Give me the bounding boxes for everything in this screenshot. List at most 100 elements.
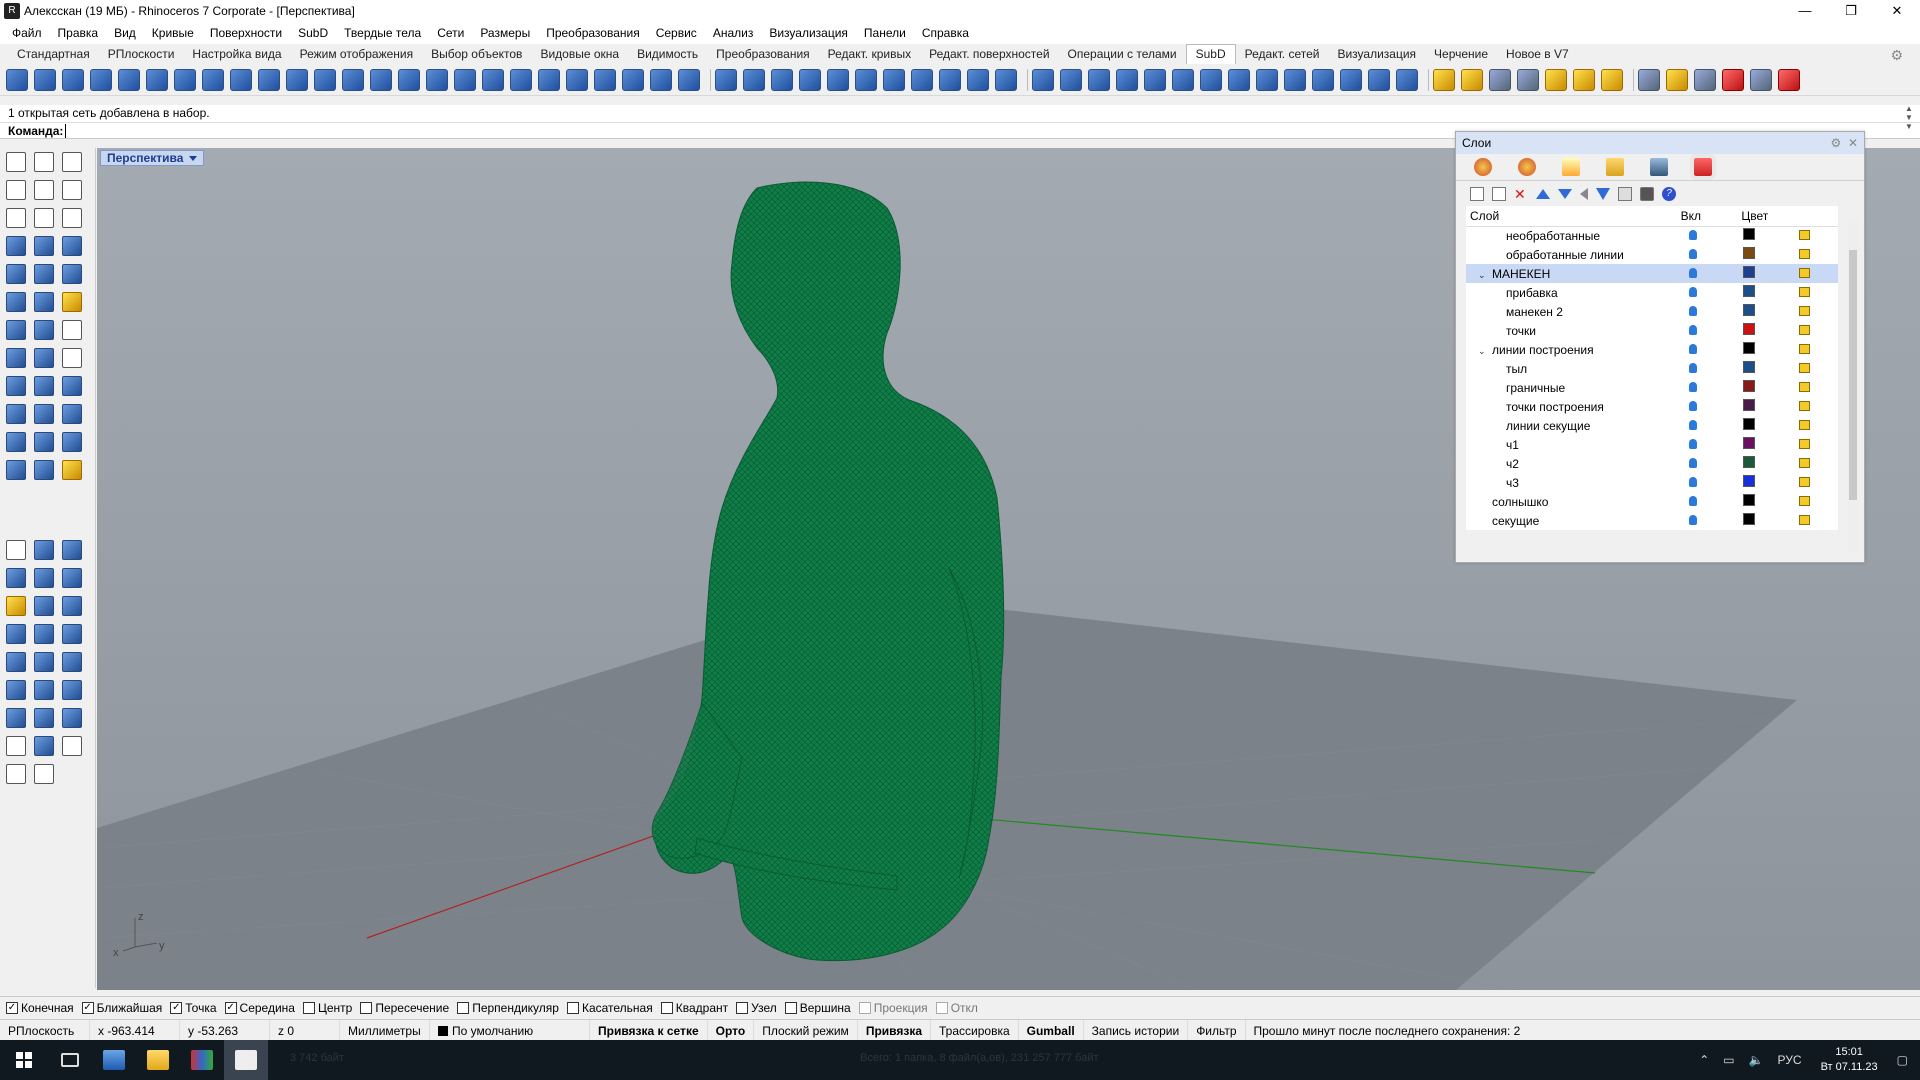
toolbar-tab-0[interactable]: Стандартная <box>8 45 99 64</box>
language-indicator[interactable]: РУС <box>1778 1053 1802 1067</box>
osnap-5[interactable]: Пересечение <box>360 1001 449 1015</box>
help-tab-icon[interactable] <box>1562 158 1580 176</box>
left-tool-icon[interactable] <box>62 348 82 368</box>
panel-settings-icon[interactable]: ⚙ <box>1831 136 1842 150</box>
left-tool-icon[interactable] <box>6 292 26 312</box>
left-tool-icon[interactable] <box>6 236 26 256</box>
toolbar-tool-icon[interactable] <box>90 68 112 91</box>
toolbar-tool-icon[interactable] <box>939 68 961 91</box>
toolbar-tool-icon[interactable] <box>1461 68 1483 91</box>
layer-lock-icon[interactable] <box>1799 229 1811 240</box>
toolbar-tool-icon[interactable] <box>1340 68 1362 91</box>
toolbar-tool-icon[interactable] <box>1750 68 1772 91</box>
left-tool-icon[interactable] <box>6 320 26 340</box>
delete-layer-icon[interactable]: ✕ <box>1514 187 1528 201</box>
left-tool-icon[interactable] <box>6 596 26 616</box>
osnap-checkbox[interactable] <box>784 1001 797 1014</box>
toolbar-tool-icon[interactable] <box>1060 68 1082 91</box>
left-tool-icon[interactable] <box>6 376 26 396</box>
left-tool-icon[interactable] <box>6 264 26 284</box>
toolbar-tool-icon[interactable] <box>715 68 737 91</box>
toolbar-tool-icon[interactable] <box>34 68 56 91</box>
layer-row[interactable]: необработанные <box>1466 226 1838 245</box>
layer-visibility-icon[interactable] <box>1688 381 1697 392</box>
left-tool-icon[interactable] <box>62 540 82 560</box>
left-tool-icon[interactable] <box>6 652 26 672</box>
copy-layer-icon[interactable] <box>1618 186 1632 201</box>
left-tool-icon[interactable] <box>34 180 54 200</box>
toolbar-tool-icon[interactable] <box>1517 68 1539 91</box>
layer-name[interactable]: ч1 <box>1506 438 1519 452</box>
toolbar-tool-icon[interactable] <box>566 68 588 91</box>
maximize-button[interactable]: ❐ <box>1828 0 1874 22</box>
left-tool-icon[interactable] <box>62 292 82 312</box>
toolbar-tool-icon[interactable] <box>398 68 420 91</box>
osnap-checkbox[interactable]: ✓ <box>6 1001 18 1014</box>
left-tool-icon[interactable] <box>34 568 54 588</box>
layer-visibility-icon[interactable] <box>1688 495 1697 506</box>
panel-close-icon[interactable]: ✕ <box>1848 136 1858 150</box>
layer-row[interactable]: прибавка <box>1466 283 1838 302</box>
toolbar-tab-7[interactable]: Преобразования <box>707 45 819 64</box>
toolbar-tool-icon[interactable] <box>1396 68 1418 91</box>
command-scroll[interactable]: ▲ ▼ ▼ <box>1904 104 1914 140</box>
toolbar-tool-icon[interactable] <box>1368 68 1390 91</box>
layer-lock-icon[interactable] <box>1799 343 1811 354</box>
col-color-header[interactable]: Цвет <box>1737 206 1792 227</box>
left-tool-icon[interactable] <box>34 264 54 284</box>
layer-visibility-icon[interactable] <box>1688 324 1697 335</box>
layer-visibility-icon[interactable] <box>1688 438 1697 449</box>
left-tool-icon[interactable] <box>6 180 26 200</box>
left-tool-icon[interactable] <box>34 680 54 700</box>
left-tool-icon[interactable] <box>6 152 26 172</box>
toolbar-tool-icon[interactable] <box>827 68 849 91</box>
toolbar-tool-icon[interactable] <box>230 68 252 91</box>
layer-row[interactable]: секущие <box>1466 511 1838 530</box>
layer-row[interactable]: ч3 <box>1466 473 1838 492</box>
layer-lock-icon[interactable] <box>1799 400 1811 411</box>
layer-color-swatch[interactable] <box>1743 399 1756 411</box>
layers-panel-header[interactable]: Слои ⚙ ✕ <box>1456 132 1864 154</box>
toolbar-tool-icon[interactable] <box>1144 68 1166 91</box>
toolbar-tab-12[interactable]: Редакт. сетей <box>1236 45 1329 64</box>
layer-color-swatch[interactable] <box>1743 361 1756 373</box>
osnap-2[interactable]: ✓ Точка <box>170 1001 217 1015</box>
left-tool-icon[interactable] <box>6 208 26 228</box>
left-tool-icon[interactable] <box>6 764 26 784</box>
filter-icon[interactable] <box>1596 187 1610 200</box>
osnap-4[interactable]: Центр <box>302 1001 352 1015</box>
toolbar-tool-icon[interactable] <box>1545 68 1567 91</box>
menu-item-14[interactable]: Справка <box>914 26 977 40</box>
toolbar-tool-icon[interactable] <box>883 68 905 91</box>
left-tool-icon[interactable] <box>34 652 54 672</box>
status-toggle-7[interactable]: Фильтр <box>1188 1019 1246 1042</box>
layer-color-swatch[interactable] <box>1743 456 1756 468</box>
left-tool-icon[interactable] <box>62 152 82 172</box>
properties-tab-icon[interactable] <box>1474 158 1492 176</box>
viewport-title-tab[interactable]: Перспектива <box>100 150 205 166</box>
layer-lock-icon[interactable] <box>1799 305 1811 316</box>
layer-name[interactable]: необработанные <box>1506 229 1600 243</box>
layer-visibility-icon[interactable] <box>1688 286 1697 297</box>
status-layer[interactable]: По умолчанию <box>430 1019 590 1042</box>
toolbar-tab-4[interactable]: Выбор объектов <box>422 45 531 64</box>
osnap-6[interactable]: Перпендикуляр <box>457 1001 559 1015</box>
left-tool-icon[interactable] <box>62 460 82 480</box>
toolbar-tool-icon[interactable] <box>1573 68 1595 91</box>
left-tool-icon[interactable] <box>62 208 82 228</box>
layer-row[interactable]: ч2 <box>1466 454 1838 473</box>
notifications-icon[interactable]: ▢ <box>1897 1053 1908 1067</box>
left-tool-icon[interactable] <box>6 404 26 424</box>
left-tool-icon[interactable] <box>34 596 54 616</box>
layer-color-swatch[interactable] <box>1743 266 1756 278</box>
layer-name[interactable]: линии секущие <box>1506 419 1590 433</box>
osnap-checkbox[interactable]: ✓ <box>170 1001 183 1014</box>
osnap-12[interactable]: Откл <box>935 1001 978 1015</box>
layer-visibility-icon[interactable] <box>1688 248 1697 259</box>
osnap-checkbox[interactable] <box>660 1001 673 1014</box>
osnap-9[interactable]: Узел <box>736 1001 777 1015</box>
left-tool-icon[interactable] <box>34 460 54 480</box>
toolbar-tool-icon[interactable] <box>1200 68 1222 91</box>
status-toggle-4[interactable]: Трассировка <box>931 1019 1019 1042</box>
task-view-button[interactable] <box>48 1040 92 1080</box>
